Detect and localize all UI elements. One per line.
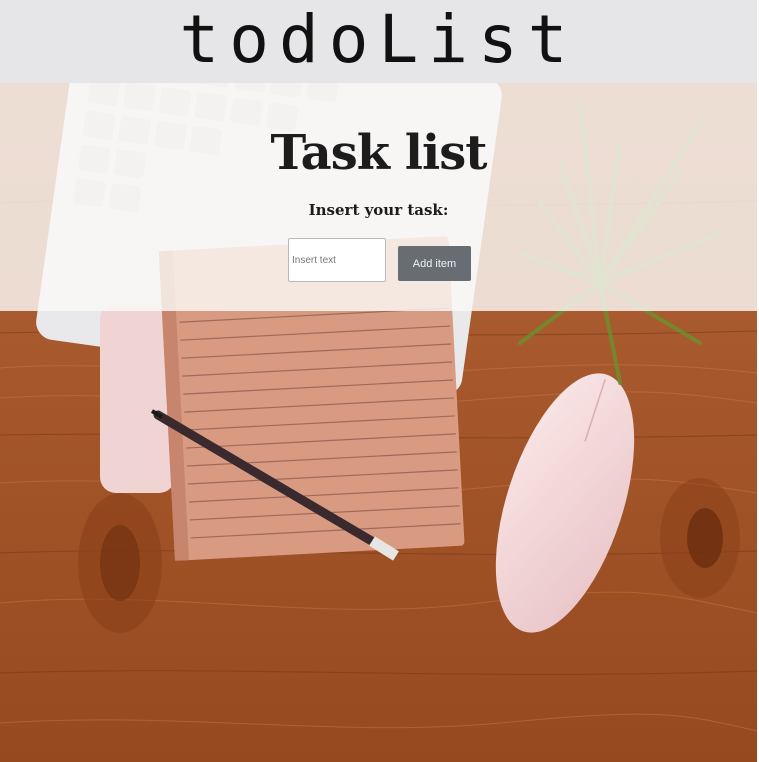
title-banner: todoList [0,0,757,83]
task-input[interactable] [288,238,386,282]
add-item-button[interactable]: Add item [398,246,471,281]
banner-title: todoList [179,1,578,78]
task-header: Task list Insert your task: Add item [0,83,757,311]
insert-task-label: Insert your task: [308,201,449,219]
app-frame: todoList Task list Insert your task: Ins… [0,0,759,762]
page-title: Task list [270,125,488,181]
